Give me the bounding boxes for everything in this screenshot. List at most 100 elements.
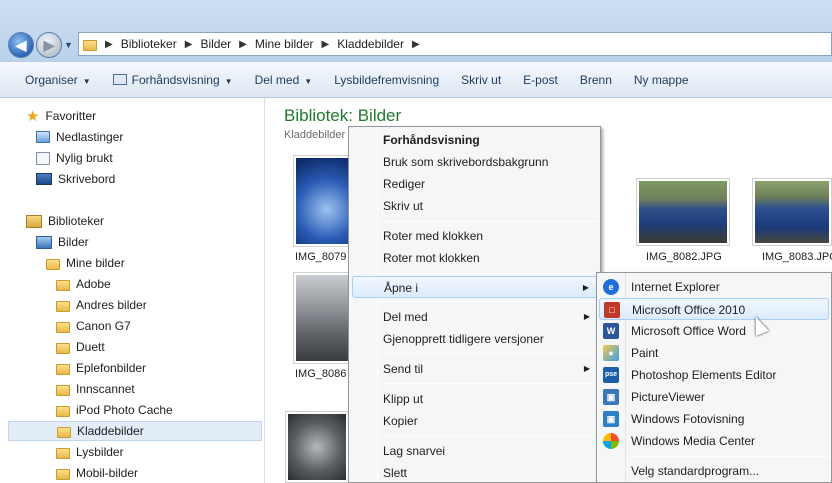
folder-icon [56,468,70,480]
photo-thumbnail[interactable] [285,411,349,483]
menu-item-rotate-counterclockwise[interactable]: Roter mot klokken [352,247,598,269]
open-with-choose-default[interactable]: Velg standardprogram... [599,460,829,482]
menu-item-cut[interactable]: Klipp ut [352,388,598,410]
organise-button[interactable]: Organiser ▼ [14,67,102,93]
folder-icon [56,279,70,291]
menu-item-rotate-clockwise[interactable]: Roter med klokken [352,225,598,247]
file-name[interactable]: IMG_8086 [295,368,346,380]
desktop-icon [36,173,52,185]
nav-label: Lysbilder [76,445,124,459]
nav-folder-item[interactable]: Eplefonbilder [56,358,146,378]
folder-icon [57,426,71,438]
internet-explorer-icon: e [603,279,619,295]
chevron-right-icon[interactable]: ▶ [412,39,420,50]
slideshow-button[interactable]: Lysbildefremvisning [323,67,450,93]
recent-pages-dropdown-icon[interactable]: ▼ [64,40,73,50]
folder-icon [56,384,70,396]
nav-favorites[interactable]: ★ Favoritter [26,106,96,126]
breadcrumb-pictures[interactable]: Bilder [200,37,231,51]
chevron-right-icon[interactable]: ▶ [239,39,247,50]
nav-downloads[interactable]: Nedlastinger [36,127,123,147]
chevron-right-icon[interactable]: ▶ [322,39,330,50]
folder-icon [56,447,70,459]
nav-folder-item[interactable]: Adobe [56,274,111,294]
nav-desktop[interactable]: Skrivebord [36,169,115,189]
menu-item-label: Åpne i [384,281,419,295]
burn-button[interactable]: Brenn [569,67,623,93]
folder-icon [56,405,70,417]
menu-item-open-with[interactable]: Åpne i ▶ [352,276,598,298]
nav-folder-item[interactable]: Mobil-bilder [56,463,138,483]
nav-folder-item[interactable]: Andres bilder [56,295,147,315]
chevron-right-icon[interactable]: ▶ [185,39,193,50]
nav-label: Canon G7 [76,319,131,333]
menu-item-restore-versions[interactable]: Gjenopprett tidligere versjoner [352,328,598,350]
nav-label: Bilder [58,235,89,249]
open-with-media-center[interactable]: Windows Media Center [599,430,829,452]
print-button[interactable]: Skriv ut [450,67,512,93]
email-button[interactable]: E-post [512,67,569,93]
nav-libraries[interactable]: Biblioteker [26,211,104,231]
menu-item-send-to[interactable]: Send til ▶ [352,358,598,380]
chevron-right-icon[interactable]: ▶ [105,39,113,50]
chevron-down-icon: ▼ [224,76,233,86]
recent-places-icon [36,151,50,165]
nav-folder-item-selected[interactable]: Kladdebilder [8,421,262,441]
photo-thumbnail[interactable] [293,272,355,364]
open-with-office-2010[interactable]: □ Microsoft Office 2010 [599,298,829,320]
new-folder-button[interactable]: Ny mappe [623,67,700,93]
menu-separator [380,301,598,302]
file-name[interactable]: IMG_8079 [295,251,346,263]
nav-label: Favoritter [45,109,97,123]
back-arrow-icon: ◀ [15,37,27,53]
chevron-down-icon: ▼ [304,76,313,86]
photo-thumbnail[interactable] [636,178,730,246]
menu-item-copy[interactable]: Kopier [352,410,598,432]
photoshop-elements-icon: pse [603,367,619,383]
menu-item-print[interactable]: Skriv ut [352,195,598,217]
forward-button[interactable]: ▶ [36,32,62,58]
share-label: Del med [254,72,300,87]
pictures-library-icon [36,235,52,249]
windows-photo-viewer-icon: ▣ [603,411,619,427]
photo-thumbnail[interactable] [752,178,832,246]
open-with-submenu: e Internet Explorer □ Microsoft Office 201… [596,272,832,483]
nav-folder-item[interactable]: Duett [56,337,105,357]
open-with-internet-explorer[interactable]: e Internet Explorer [599,276,829,298]
menu-item-label: Paint [631,346,659,360]
nav-folder-item[interactable]: Innscannet [56,379,135,399]
nav-folder-item[interactable]: iPod Photo Cache [56,400,173,420]
nav-folder-item[interactable]: Lysbilder [56,442,124,462]
nav-recent[interactable]: Nylig brukt [36,148,113,168]
open-with-photoshop-elements[interactable]: pse Photoshop Elements Editor [599,364,829,386]
open-with-pictureviewer[interactable]: ▣ PictureViewer [599,386,829,408]
share-button[interactable]: Del med ▼ [244,67,324,93]
file-name[interactable]: IMG_8082.JPG [646,251,722,263]
nav-folder-item[interactable]: Canon G7 [56,316,131,336]
folder-icon [56,321,70,333]
breadcrumb-kladdebilder[interactable]: Kladdebilder [337,37,404,51]
menu-item-edit[interactable]: Rediger [352,173,598,195]
back-button[interactable]: ◀ [8,32,34,58]
libraries-icon [26,214,42,228]
menu-item-set-desktop-background[interactable]: Bruk som skrivebordsbakgrunn [352,151,598,173]
menu-item-create-shortcut[interactable]: Lag snarvei [352,440,598,462]
menu-item-delete[interactable]: Slett [352,462,598,483]
nav-my-pictures[interactable]: Mine bilder [46,253,125,273]
open-with-word[interactable]: W Microsoft Office Word [599,320,829,342]
nav-pictures[interactable]: Bilder [36,232,89,252]
breadcrumb-libraries[interactable]: Biblioteker [121,37,177,51]
address-bar[interactable]: ▶ Biblioteker ▶ Bilder ▶ Mine bilder ▶ K… [78,32,832,56]
file-name[interactable]: IMG_8083.JPG [762,251,832,263]
folder-icon [56,363,70,375]
nav-label: Duett [76,340,105,354]
menu-item-preview[interactable]: Forhåndsvisning [352,129,598,151]
menu-item-share[interactable]: Del med ▶ [352,306,598,328]
preview-button[interactable]: Forhåndsvisning ▼ [102,67,244,93]
photo-thumbnail[interactable] [293,155,355,247]
submenu-arrow-icon: ▶ [583,364,590,373]
breadcrumb-my-pictures[interactable]: Mine bilder [255,37,314,51]
open-with-paint[interactable]: ● Paint [599,342,829,364]
forward-arrow-icon: ▶ [43,37,55,53]
open-with-windows-photo-viewer[interactable]: ▣ Windows Fotovisning [599,408,829,430]
